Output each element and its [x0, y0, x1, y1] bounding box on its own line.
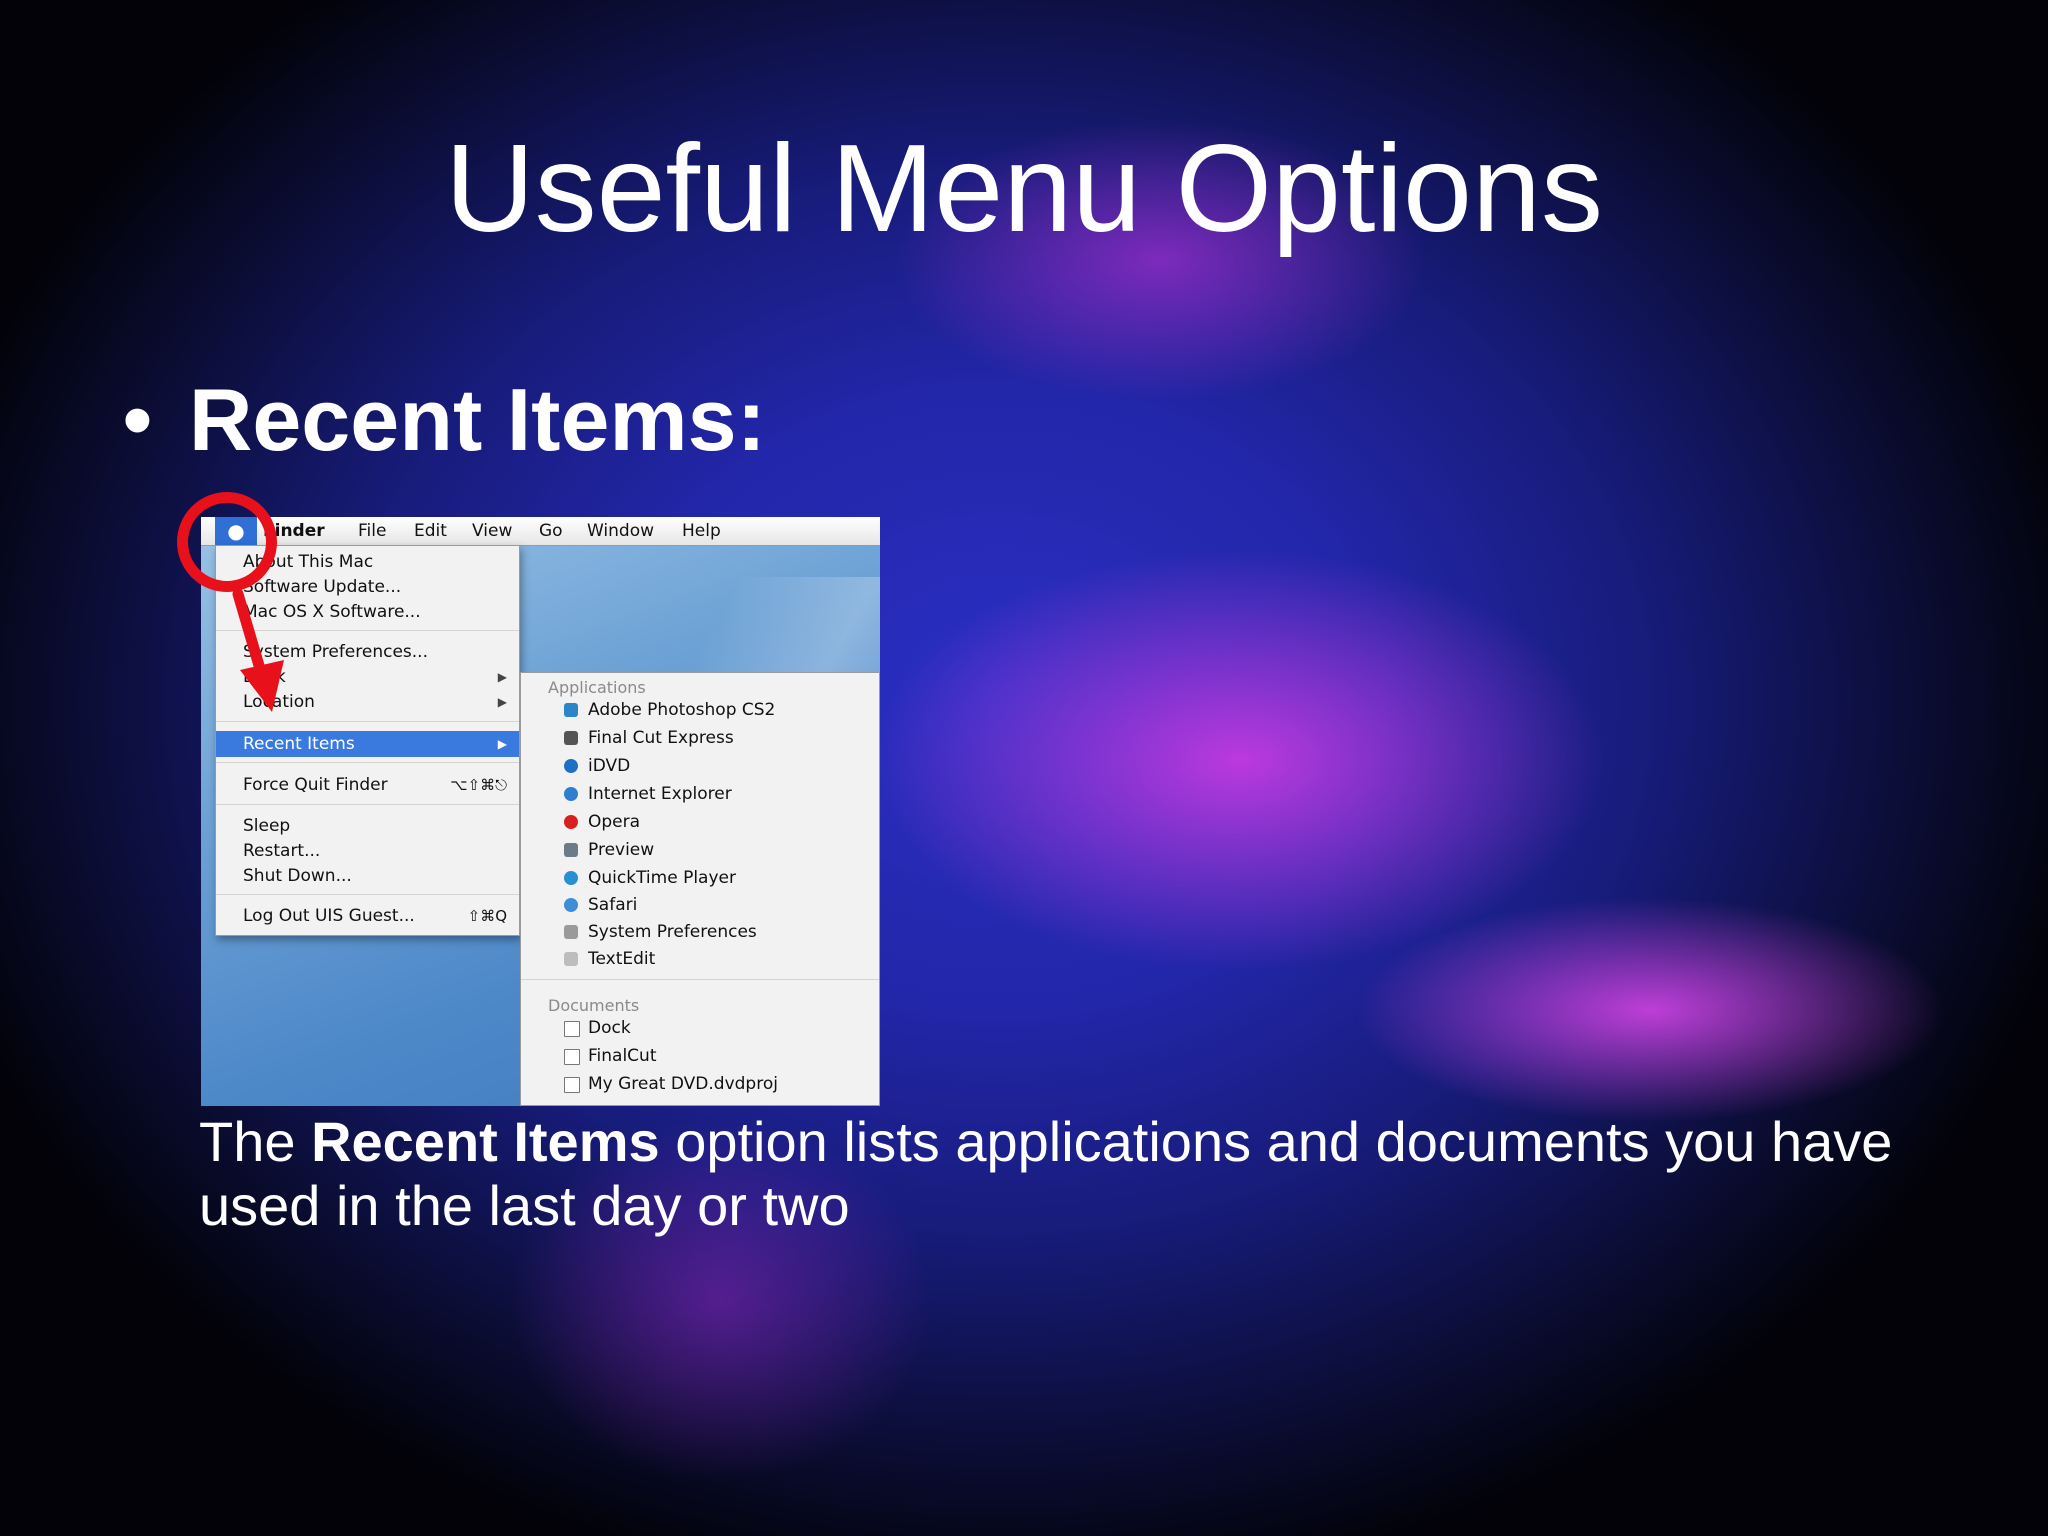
final-cut-icon — [564, 731, 578, 745]
recent-app-item[interactable]: TextEdit — [521, 946, 879, 973]
submenu-arrow-icon: ▶ — [497, 737, 507, 751]
menu-separator — [216, 721, 519, 722]
photoshop-icon — [564, 703, 578, 717]
menu-edit[interactable]: Edit — [414, 521, 447, 541]
recent-document-item[interactable]: Dock — [521, 1015, 879, 1042]
idvd-icon — [564, 759, 578, 773]
recent-app-item[interactable]: System Preferences — [521, 919, 879, 946]
document-icon — [564, 1049, 580, 1065]
menu-item-force-quit[interactable]: Force Quit Finder ⌥⇧⌘⎋ — [216, 772, 519, 798]
bullet-text: Recent Items: — [188, 370, 766, 469]
internet-explorer-icon — [564, 787, 578, 801]
recent-app-item[interactable]: Internet Explorer — [521, 781, 879, 808]
recent-app-item[interactable]: Preview — [521, 837, 879, 864]
caption: The Recent Items option lists applicatio… — [199, 1110, 1959, 1238]
menu-item-location[interactable]: Location ▶ — [216, 689, 519, 715]
menu-help[interactable]: Help — [682, 521, 721, 541]
documents-header: Documents — [548, 996, 640, 1015]
recent-app-item[interactable]: Safari — [521, 892, 879, 919]
mac-screenshot: ● Finder File Edit View Go Window Help A… — [201, 517, 880, 1106]
menu-item-recent-items[interactable]: Recent Items ▶ — [216, 731, 519, 757]
shortcut-log-out: ⇧⌘Q — [467, 907, 507, 925]
menu-item-log-out[interactable]: Log Out UIS Guest... ⇧⌘Q — [216, 903, 519, 929]
menu-separator — [216, 762, 519, 763]
recent-app-item[interactable]: Final Cut Express — [521, 725, 879, 752]
menu-file[interactable]: File — [358, 521, 386, 541]
submenu-arrow-icon: ▶ — [497, 670, 507, 684]
recent-app-item[interactable]: Opera — [521, 809, 879, 836]
menu-go[interactable]: Go — [539, 521, 563, 541]
submenu-separator — [521, 979, 879, 980]
safari-icon — [564, 898, 578, 912]
document-icon — [564, 1021, 580, 1037]
opera-icon — [564, 815, 578, 829]
apple-menu: About This Mac Software Update... Mac OS… — [215, 545, 520, 936]
bullet-dot: • — [122, 370, 153, 469]
menu-separator — [216, 894, 519, 895]
menu-item-system-preferences[interactable]: System Preferences... — [216, 639, 519, 665]
menu-separator — [216, 804, 519, 805]
submenu-arrow-icon: ▶ — [497, 695, 507, 709]
menu-view[interactable]: View — [472, 521, 512, 541]
dvd-project-icon — [564, 1077, 580, 1093]
preview-icon — [564, 843, 578, 857]
applications-header: Applications — [548, 678, 646, 697]
system-preferences-icon — [564, 925, 578, 939]
textedit-icon — [564, 952, 578, 966]
menu-item-restart[interactable]: Restart... — [216, 838, 519, 864]
quicktime-icon — [564, 871, 578, 885]
recent-document-item[interactable]: My Great DVD.dvdproj — [521, 1071, 879, 1098]
menu-item-shut-down[interactable]: Shut Down... — [216, 863, 519, 889]
menu-item-dock[interactable]: Dock ▶ — [216, 664, 519, 690]
menu-bar: ● Finder File Edit View Go Window Help — [201, 517, 880, 546]
recent-app-item[interactable]: iDVD — [521, 753, 879, 780]
recent-app-item[interactable]: QuickTime Player — [521, 865, 879, 892]
shortcut-force-quit: ⌥⇧⌘⎋ — [450, 776, 507, 794]
menu-item-sleep[interactable]: Sleep — [216, 813, 519, 839]
caption-prefix: The — [199, 1110, 312, 1173]
recent-document-item[interactable]: FinalCut — [521, 1043, 879, 1070]
recent-app-item[interactable]: Adobe Photoshop CS2 — [521, 697, 879, 724]
bullet-recent-items: • Recent Items: — [122, 370, 766, 470]
menu-item-mac-os-x-software[interactable]: Mac OS X Software... — [216, 599, 519, 625]
annotation-circle — [177, 492, 277, 592]
menu-window[interactable]: Window — [587, 521, 654, 541]
caption-bold: Recent Items — [311, 1110, 660, 1173]
menu-separator — [216, 630, 519, 631]
slide-title: Useful Menu Options — [445, 120, 1603, 258]
recent-items-submenu: Applications Adobe Photoshop CS2 Final C… — [520, 672, 880, 1106]
